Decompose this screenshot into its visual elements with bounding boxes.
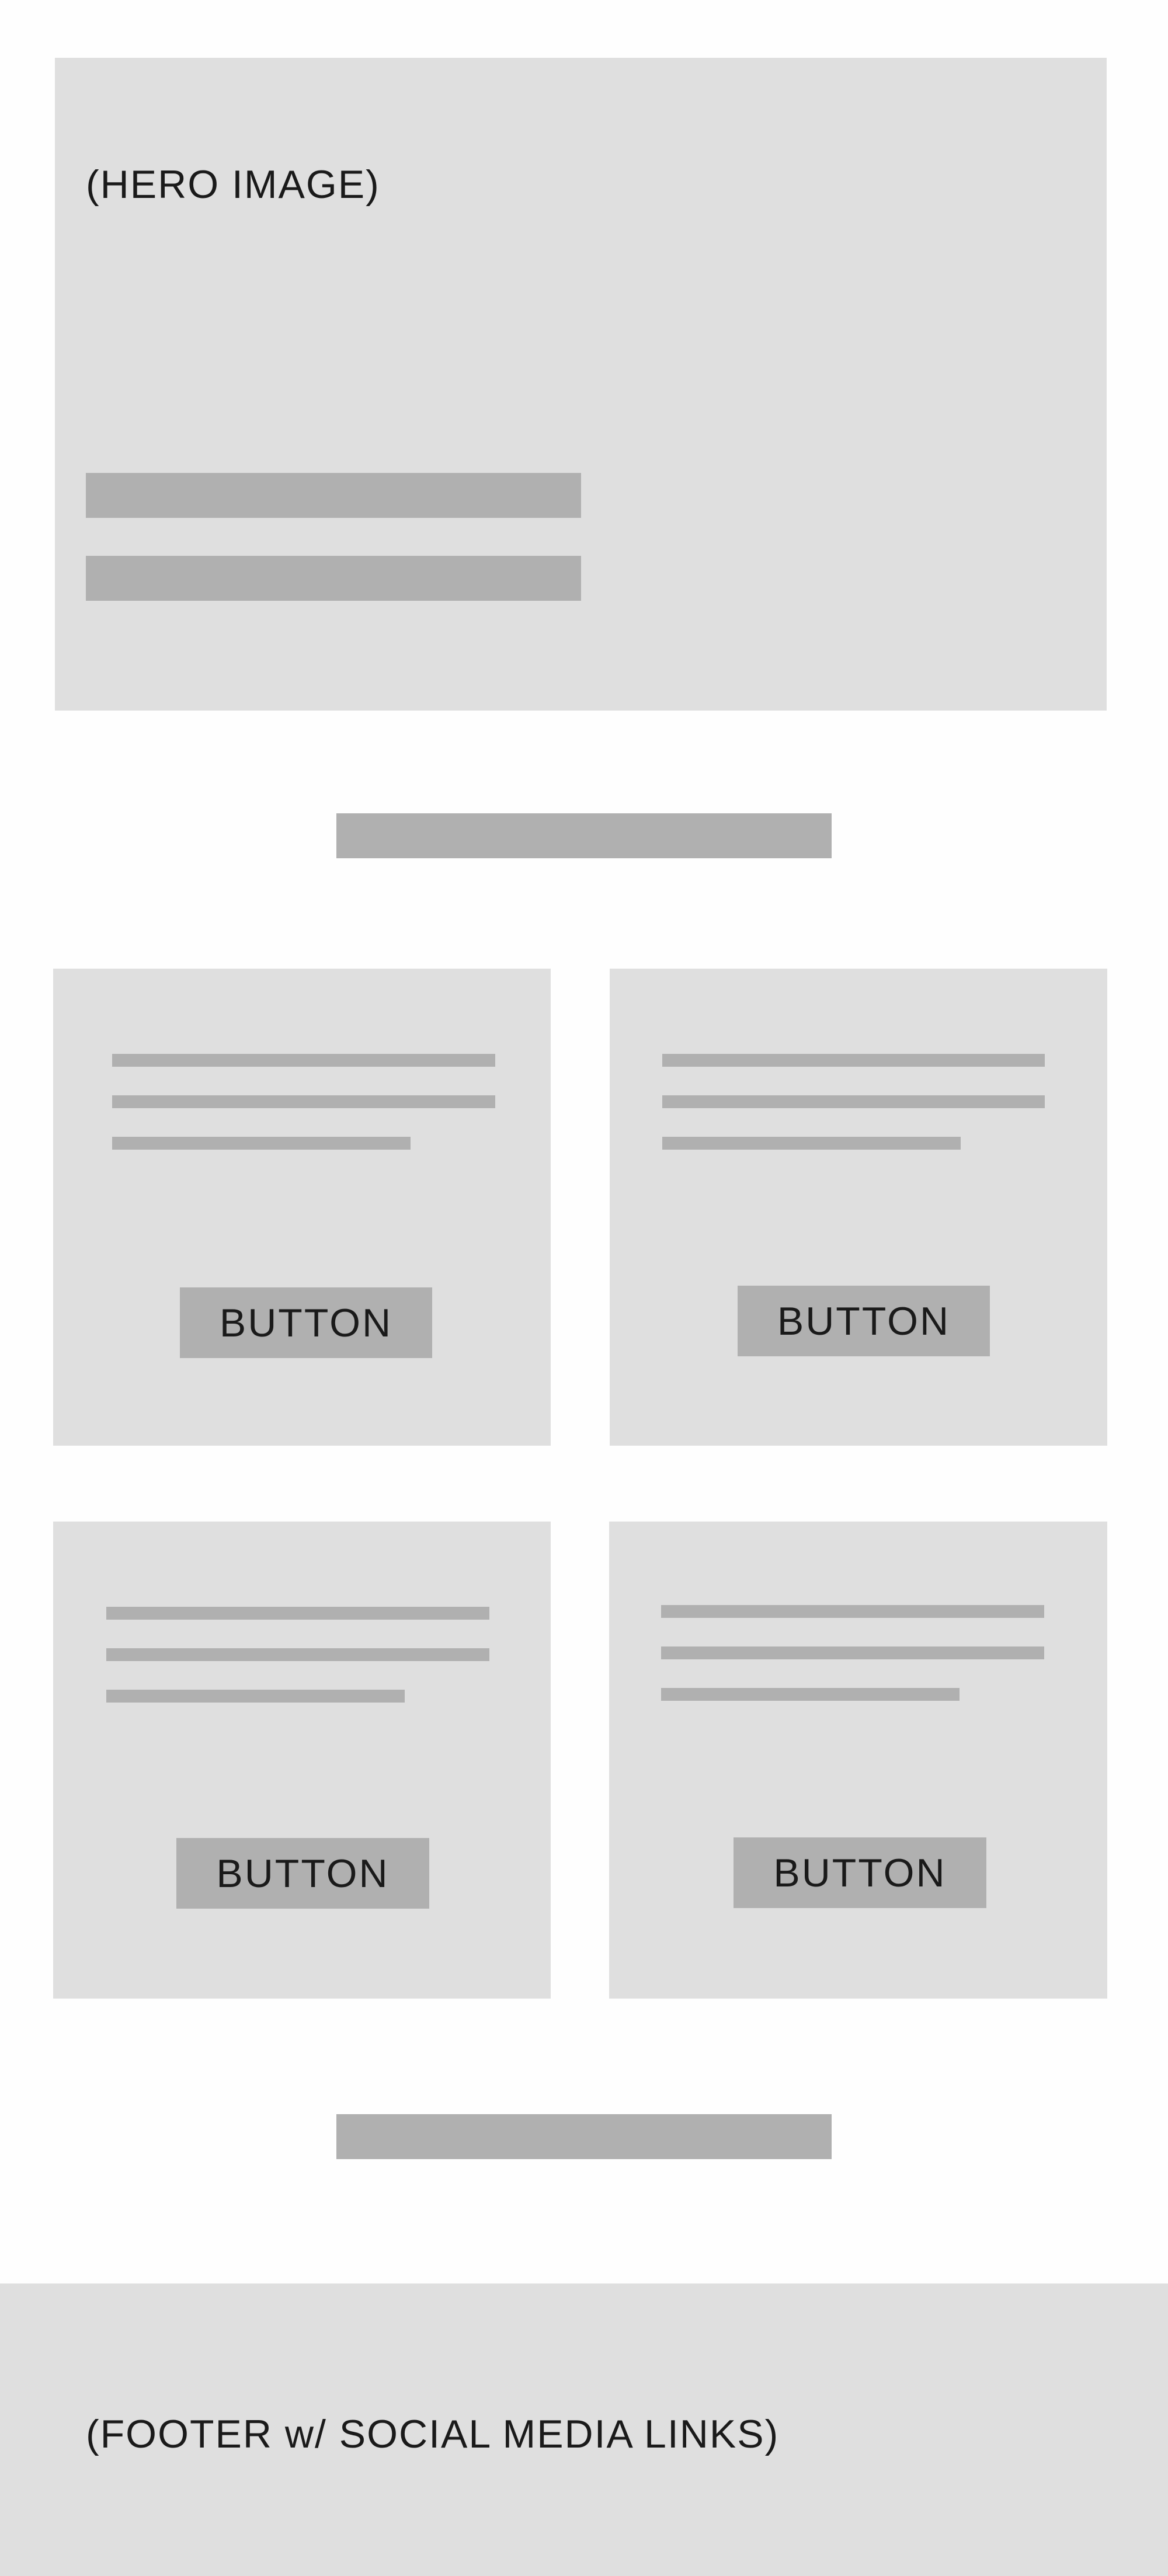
card: BUTTON — [53, 969, 551, 1446]
card: BUTTON — [609, 1522, 1107, 1999]
card-text-line — [106, 1648, 489, 1661]
card-text-line — [662, 1054, 1045, 1067]
card-button[interactable]: BUTTON — [176, 1838, 429, 1909]
card: BUTTON — [53, 1522, 551, 1999]
card-text-line — [661, 1646, 1044, 1659]
hero-headline-placeholder — [86, 473, 581, 518]
section-heading-placeholder — [336, 813, 832, 858]
hero-label: (HERO IMAGE) — [86, 162, 380, 207]
hero-image: (HERO IMAGE) — [55, 58, 1107, 711]
footer-label: (FOOTER w/ SOCIAL MEDIA LINKS) — [86, 2412, 780, 2456]
card-text-line — [661, 1688, 960, 1701]
card-text-line — [106, 1690, 405, 1703]
card-text-line — [661, 1605, 1044, 1618]
card-text-line — [112, 1054, 495, 1067]
footer: (FOOTER w/ SOCIAL MEDIA LINKS) — [0, 2283, 1168, 2576]
card-button[interactable]: BUTTON — [180, 1287, 432, 1358]
card: BUTTON — [610, 969, 1107, 1446]
card-text-line — [112, 1137, 411, 1150]
card-text-line — [112, 1095, 495, 1108]
card-button[interactable]: BUTTON — [738, 1286, 990, 1356]
card-text-line — [662, 1137, 961, 1150]
hero-subheadline-placeholder — [86, 556, 581, 601]
card-text-line — [662, 1095, 1045, 1108]
card-button[interactable]: BUTTON — [734, 1837, 986, 1908]
card-text-line — [106, 1607, 489, 1620]
section-footer-placeholder — [336, 2114, 832, 2159]
